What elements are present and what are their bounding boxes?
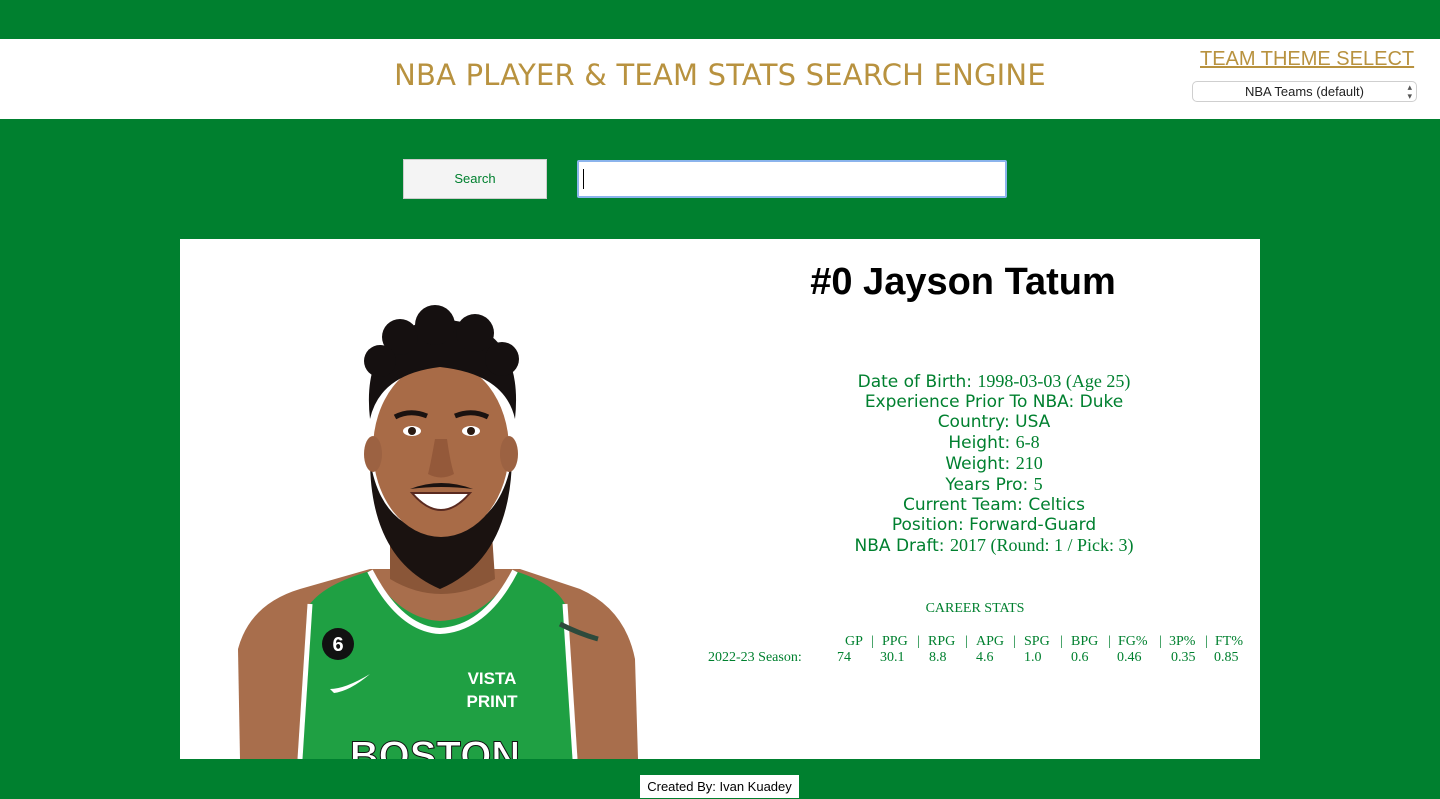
stats-row-label: 2022-23 Season:: [708, 650, 802, 665]
bio-row: Years Pro: 5: [694, 474, 1260, 495]
bio-label-weight: Weight:: [945, 454, 1011, 474]
stats-value-3p: 0.35: [1171, 650, 1196, 665]
bio-row: Weight: 210: [694, 453, 1260, 474]
bio-row: Experience Prior To NBA: Duke: [694, 392, 1260, 412]
stats-header-apg: APG: [976, 634, 1005, 649]
dropdown-arrows-icon: ▴ ▾: [1407, 82, 1412, 101]
stats-header-ppg: PPG: [882, 634, 908, 649]
stats-header-3p: 3P%: [1169, 634, 1196, 649]
stats-value-bpg: 0.6: [1071, 650, 1089, 665]
bio-label-experience: Experience Prior To NBA:: [864, 392, 1075, 412]
bio-value-dob: 1998-03-03 (Age 25): [977, 371, 1131, 391]
stats-header-gp: GP: [845, 634, 863, 649]
team-theme-select-link[interactable]: TEAM THEME SELECT: [1200, 48, 1414, 71]
bio-value-country: USA: [1015, 412, 1051, 432]
player-card: 6 VISTA PRINT BOSTON #0 Jayson Tatum Dat…: [180, 239, 1260, 759]
stats-separator: |: [1159, 634, 1162, 649]
stats-separator: |: [917, 634, 920, 649]
stats-header-spg: SPG: [1024, 634, 1050, 649]
stats-header-ft: FT%: [1215, 634, 1243, 649]
bio-value-team: Celtics: [1028, 495, 1085, 515]
bio-row: Position: Forward-Guard: [694, 515, 1260, 535]
player-photo: 6 VISTA PRINT BOSTON: [238, 305, 638, 759]
stats-header-fg: FG%: [1118, 634, 1148, 649]
stats-separator: |: [1013, 634, 1016, 649]
stats-value-ft: 0.85: [1214, 650, 1239, 665]
jersey-number-patch: 6: [332, 634, 343, 656]
bio-value-position: Forward-Guard: [969, 515, 1097, 535]
stats-value-gp: 74: [837, 650, 851, 665]
bio-value-weight: 210: [1015, 453, 1043, 473]
top-strip: [0, 0, 1440, 39]
bio-row: Height: 6-8: [694, 432, 1260, 453]
stats-separator: |: [1060, 634, 1063, 649]
bio-row: NBA Draft: 2017 (Round: 1 / Pick: 3): [694, 535, 1260, 556]
team-theme-dropdown-value: NBA Teams (default): [1245, 84, 1364, 99]
bio-label-years-pro: Years Pro:: [945, 475, 1029, 495]
bio-value-experience: Duke: [1079, 392, 1124, 412]
jersey-team-text: BOSTON: [350, 734, 520, 759]
bio-row: Country: USA: [694, 412, 1260, 432]
player-bio: Date of Birth: 1998-03-03 (Age 25) Exper…: [694, 371, 1260, 556]
bio-label-height: Height:: [948, 433, 1011, 453]
header-bar: NBA PLAYER & TEAM STATS SEARCH ENGINE TE…: [0, 39, 1440, 119]
stats-value-apg: 4.6: [976, 650, 994, 665]
text-caret: [583, 169, 584, 189]
bio-label-draft: NBA Draft:: [854, 536, 945, 556]
stats-separator: |: [871, 634, 874, 649]
search-button[interactable]: Search: [403, 159, 547, 199]
bio-value-draft: 2017 (Round: 1 / Pick: 3): [949, 535, 1134, 555]
bio-value-years-pro: 5: [1033, 474, 1043, 494]
stats-value-spg: 1.0: [1024, 650, 1042, 665]
player-name: #0 Jayson Tatum: [810, 261, 1116, 303]
stats-value-fg: 0.46: [1117, 650, 1142, 665]
bio-label-team: Current Team:: [903, 495, 1023, 515]
stats-value-rpg: 8.8: [929, 650, 947, 665]
bio-value-height: 6-8: [1015, 432, 1040, 452]
jersey-sponsor-line1: VISTA: [468, 669, 517, 688]
stats-header-bpg: BPG: [1071, 634, 1099, 649]
footer-credit: Created By: Ivan Kuadey: [640, 775, 799, 798]
team-theme-dropdown[interactable]: NBA Teams (default) ▴ ▾: [1192, 81, 1417, 102]
jersey-sponsor-line2: PRINT: [467, 692, 519, 711]
stats-separator: |: [1108, 634, 1111, 649]
bio-label-position: Position:: [891, 515, 964, 535]
career-stats-title: CAREER STATS: [925, 601, 1025, 616]
bio-row: Date of Birth: 1998-03-03 (Age 25): [694, 371, 1260, 392]
stats-value-ppg: 30.1: [880, 650, 905, 665]
stats-separator: |: [1205, 634, 1208, 649]
search-input[interactable]: [577, 160, 1007, 198]
stats-header-rpg: RPG: [928, 634, 956, 649]
bio-row: Current Team: Celtics: [694, 495, 1260, 515]
bio-label-country: Country:: [937, 412, 1010, 432]
stats-separator: |: [965, 634, 968, 649]
bio-label-dob: Date of Birth:: [857, 372, 972, 392]
